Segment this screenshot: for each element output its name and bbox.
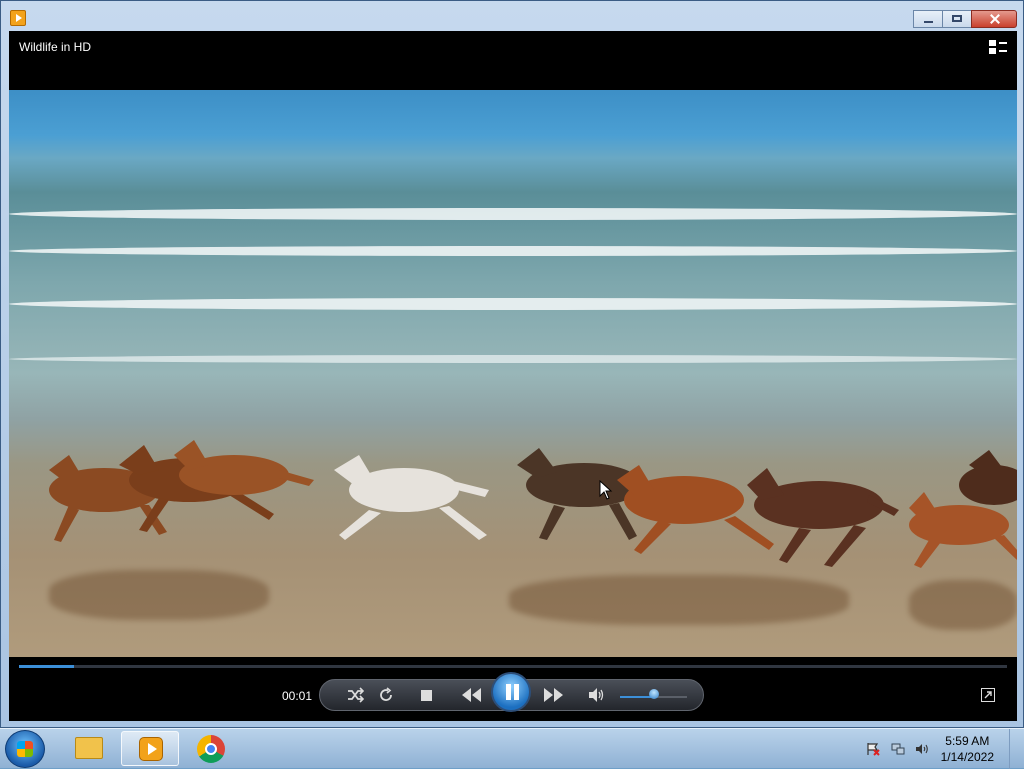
pause-icon-bar	[514, 684, 519, 700]
fullscreen-icon[interactable]	[981, 688, 995, 702]
speaker-icon	[589, 688, 604, 702]
wave	[9, 208, 1017, 220]
network-icon[interactable]	[891, 742, 905, 756]
volume-thumb[interactable]	[648, 689, 659, 699]
taskbar-google-chrome[interactable]	[184, 731, 242, 766]
pause-icon	[506, 684, 511, 700]
wave	[9, 298, 1017, 310]
current-time: 00:01	[282, 689, 313, 703]
player-area: Wildlife in HD 00:01	[9, 31, 1017, 721]
close-button[interactable]	[971, 10, 1017, 28]
media-player-app-icon[interactable]	[10, 10, 26, 26]
wave	[9, 355, 1017, 363]
stop-icon	[420, 689, 432, 701]
stop-button[interactable]	[414, 683, 438, 707]
next-icon	[544, 688, 563, 702]
folder-icon	[75, 737, 103, 759]
system-clock[interactable]: 5:59 AM 1/14/2022	[941, 733, 994, 765]
clock-time: 5:59 AM	[945, 734, 990, 748]
taskbar-windows-explorer[interactable]	[60, 731, 118, 766]
video-frame[interactable]	[9, 90, 1017, 657]
seek-bar[interactable]	[19, 665, 1007, 668]
mouse-cursor-icon	[599, 480, 613, 500]
repeat-icon	[380, 687, 392, 701]
taskbar: 5:59 AM 1/14/2022	[0, 728, 1024, 769]
clock-date: 1/14/2022	[940, 750, 994, 764]
media-player-icon	[139, 737, 163, 761]
taskbar-windows-media-player[interactable]	[121, 731, 179, 766]
video-title: Wildlife in HD	[19, 40, 92, 54]
horses-illustration	[49, 440, 1017, 568]
horse-reflection	[509, 575, 849, 625]
action-center-flag-icon[interactable]	[866, 742, 880, 756]
volume-level	[620, 696, 654, 698]
repeat-button[interactable]	[374, 683, 398, 707]
media-player-window: Wildlife in HD 00:01	[0, 0, 1024, 728]
shuffle-button[interactable]	[343, 683, 367, 707]
wave	[9, 246, 1017, 256]
start-button[interactable]	[5, 730, 45, 768]
minimize-button[interactable]	[913, 10, 943, 28]
pause-button[interactable]	[491, 672, 531, 712]
shuffle-icon	[348, 687, 364, 703]
horse-reflection	[909, 580, 1017, 630]
mute-button[interactable]	[584, 683, 608, 707]
volume-tray-icon[interactable]	[915, 742, 929, 756]
previous-icon	[462, 688, 481, 702]
seek-bar-progress	[19, 665, 75, 668]
chrome-icon	[197, 735, 225, 763]
title-bar[interactable]	[1, 1, 1023, 31]
next-button[interactable]	[540, 683, 568, 707]
switch-to-library-icon[interactable]	[989, 40, 1007, 54]
window-controls	[913, 10, 1017, 28]
previous-button[interactable]	[457, 683, 485, 707]
show-desktop-button[interactable]	[1009, 729, 1024, 769]
maximize-button[interactable]	[942, 10, 972, 28]
